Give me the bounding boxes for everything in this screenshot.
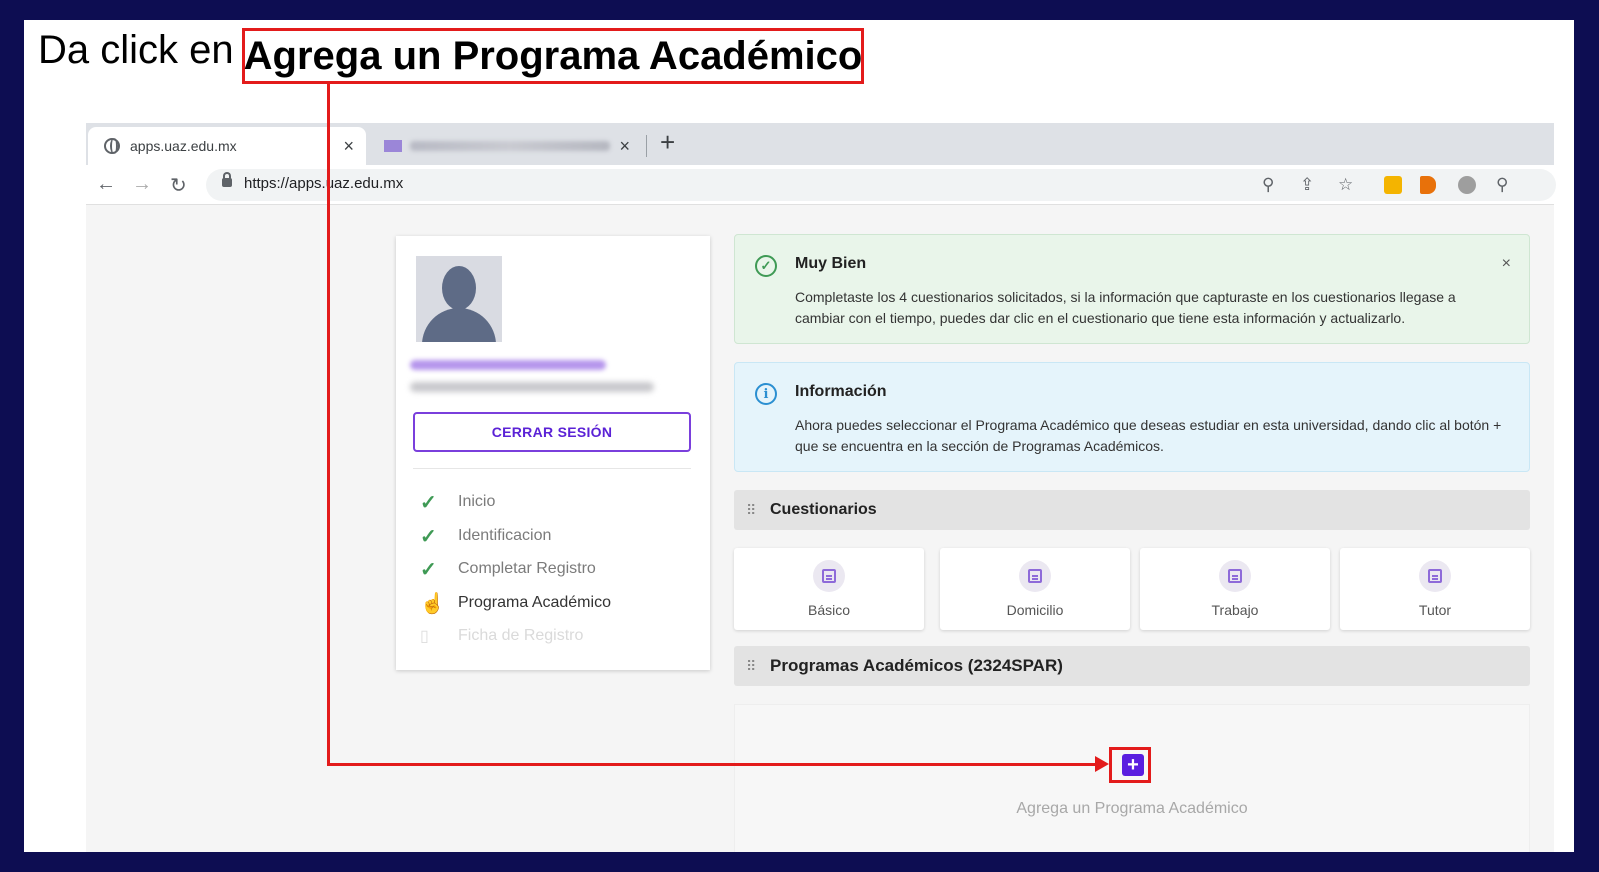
lock-icon[interactable] xyxy=(222,172,232,187)
annotation-highlight-box xyxy=(1109,747,1151,783)
add-program-label: Agrega un Programa Académico xyxy=(1016,800,1248,817)
step-programa-academico[interactable]: ☝ Programa Académico xyxy=(420,591,611,615)
drag-handle-icon[interactable]: ⠿ xyxy=(746,658,756,675)
globe-icon xyxy=(104,138,120,154)
browser-window: apps.uaz.edu.mx × × + ← → ↻ https://apps… xyxy=(86,123,1556,852)
url-text[interactable]: https://apps.uaz.edu.mx xyxy=(244,175,403,192)
step-identificacion[interactable]: ✓ Identificacion xyxy=(420,524,551,548)
info-icon: i xyxy=(755,383,777,405)
alert-close-icon[interactable]: × xyxy=(1502,255,1511,273)
annotation-line-vertical xyxy=(327,82,330,766)
drag-handle-icon[interactable]: ⠿ xyxy=(746,502,756,519)
new-tab-button[interactable]: + xyxy=(660,127,675,158)
tab-separator xyxy=(646,135,647,157)
questionnaire-basico[interactable]: Básico xyxy=(734,548,924,630)
step-ficha-registro: ▯ Ficha de Registro xyxy=(420,624,583,648)
form-icon xyxy=(1219,560,1251,592)
questionnaire-trabajo[interactable]: Trabajo xyxy=(1140,548,1330,630)
programs-header: ⠿ Programas Académicos (2324SPAR) xyxy=(734,646,1530,686)
check-icon: ✓ xyxy=(420,558,437,581)
questionnaires-header: ⠿ Cuestionarios xyxy=(734,490,1530,530)
check-icon: ✓ xyxy=(420,525,437,548)
instruction-text: Da click en xyxy=(38,28,234,72)
form-icon xyxy=(813,560,845,592)
questionnaire-label: Trabajo xyxy=(1211,602,1259,618)
section-title: Cuestionarios xyxy=(770,501,877,518)
alert-text: Completaste los 4 cuestionarios solicita… xyxy=(795,289,1456,326)
zoom-icon[interactable]: ⚲ xyxy=(1262,175,1274,195)
alert-text: Ahora puedes seleccionar el Programa Aca… xyxy=(795,417,1502,454)
blurred-user-name xyxy=(410,360,606,370)
blurred-user-id xyxy=(410,382,654,392)
account-icon[interactable]: ⚲ xyxy=(1496,175,1508,195)
tab-apps-uaz[interactable]: apps.uaz.edu.mx × xyxy=(88,127,366,165)
check-circle-icon: ✓ xyxy=(755,255,777,277)
questionnaire-label: Tutor xyxy=(1418,602,1452,618)
tab-favicon-icon xyxy=(384,140,402,152)
alert-title: Muy Bien xyxy=(795,255,867,272)
tab-close-icon[interactable]: × xyxy=(343,136,354,157)
address-bar: ← → ↻ https://apps.uaz.edu.mx ⚲ ⇪ ☆ ⚲ xyxy=(86,165,1556,205)
logout-button[interactable]: CERRAR SESIÓN xyxy=(413,412,691,452)
extension-circle-icon[interactable] xyxy=(1458,176,1476,194)
share-icon[interactable]: ⇪ xyxy=(1300,175,1314,195)
step-label: Completar Registro xyxy=(458,560,596,577)
omnibox[interactable] xyxy=(206,169,1556,201)
back-icon[interactable]: ← xyxy=(96,173,116,196)
success-alert: ✓ Muy Bien Completaste los 4 cuestionari… xyxy=(734,234,1530,344)
step-label: Ficha de Registro xyxy=(458,627,584,644)
extension-megaphone-icon[interactable] xyxy=(1420,176,1436,194)
document-icon: ▯ xyxy=(420,628,429,645)
page-content: CERRAR SESIÓN ✓ Inicio ✓ Identificacion … xyxy=(86,206,1554,852)
step-label: Inicio xyxy=(458,493,496,510)
tutorial-slide: Da click en Agrega un Programa Académico… xyxy=(24,20,1574,852)
annotation-arrowhead xyxy=(1095,756,1109,772)
instruction-highlight: Agrega un Programa Académico xyxy=(242,28,864,84)
questionnaire-tutor[interactable]: Tutor xyxy=(1340,548,1530,630)
divider xyxy=(413,468,691,469)
questionnaire-label: Básico xyxy=(807,602,851,618)
form-icon xyxy=(1019,560,1051,592)
reload-icon[interactable]: ↻ xyxy=(170,173,187,198)
section-title: Programas Académicos (2324SPAR) xyxy=(770,656,1063,675)
avatar xyxy=(416,256,502,342)
star-icon[interactable]: ☆ xyxy=(1338,175,1353,195)
step-label: Programa Académico xyxy=(458,594,611,611)
avatar-head xyxy=(442,266,476,310)
tab-blurred[interactable]: × xyxy=(370,127,642,165)
step-label: Identificacion xyxy=(458,527,552,544)
check-icon: ✓ xyxy=(420,491,437,514)
tab-bar: apps.uaz.edu.mx × × + xyxy=(86,123,1554,165)
profile-card: CERRAR SESIÓN ✓ Inicio ✓ Identificacion … xyxy=(396,236,710,670)
pointer-hand-icon: ☝ xyxy=(420,592,445,615)
step-completar-registro[interactable]: ✓ Completar Registro xyxy=(420,557,596,581)
info-alert: i Información Ahora puedes seleccionar e… xyxy=(734,362,1530,472)
extension-keep-icon[interactable] xyxy=(1384,176,1402,194)
tab-close-icon[interactable]: × xyxy=(619,136,630,157)
alert-title: Información xyxy=(795,383,887,400)
step-inicio[interactable]: ✓ Inicio xyxy=(420,490,495,514)
questionnaire-label: Domicilio xyxy=(1006,602,1064,618)
annotation-line-horizontal xyxy=(327,763,1099,766)
forward-icon[interactable]: → xyxy=(132,173,152,196)
blurred-tab-title xyxy=(410,141,610,151)
questionnaire-domicilio[interactable]: Domicilio xyxy=(940,548,1130,630)
form-icon xyxy=(1419,560,1451,592)
tab-title: apps.uaz.edu.mx xyxy=(130,138,237,154)
avatar-body xyxy=(422,308,496,342)
